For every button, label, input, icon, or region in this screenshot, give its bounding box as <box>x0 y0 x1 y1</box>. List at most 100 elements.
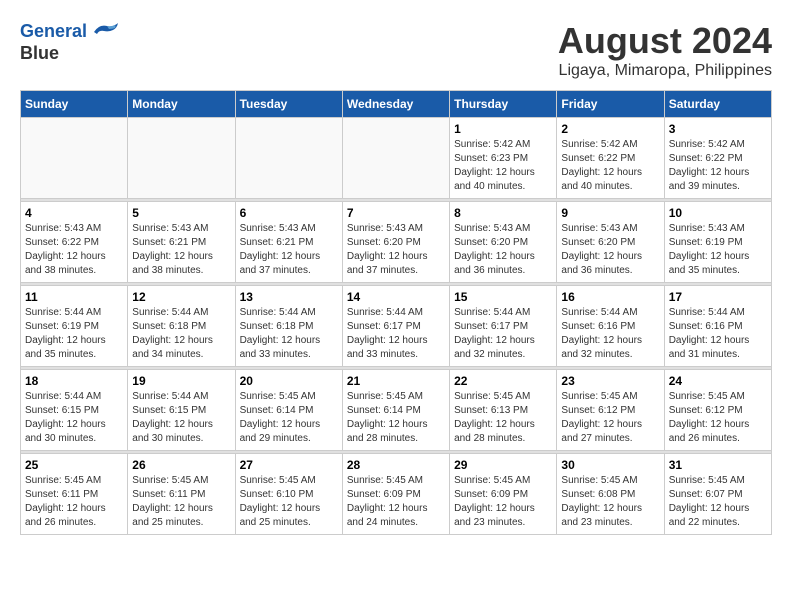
day-info: Sunrise: 5:45 AMSunset: 6:14 PMDaylight:… <box>347 390 445 446</box>
day-number: 29 <box>454 458 552 472</box>
calendar-week-5: 25 Sunrise: 5:45 AMSunset: 6:11 PMDayligh… <box>21 454 772 535</box>
day-number: 5 <box>132 206 230 220</box>
calendar-cell: 7 Sunrise: 5:43 AMSunset: 6:20 PMDaylight… <box>342 202 449 283</box>
header-thursday: Thursday <box>450 91 557 118</box>
day-number: 24 <box>669 374 767 388</box>
day-number: 30 <box>561 458 659 472</box>
calendar-cell <box>235 118 342 199</box>
day-info: Sunrise: 5:44 AMSunset: 6:18 PMDaylight:… <box>240 306 338 362</box>
day-number: 26 <box>132 458 230 472</box>
calendar-cell <box>128 118 235 199</box>
calendar-cell: 26 Sunrise: 5:45 AMSunset: 6:11 PMDayligh… <box>128 454 235 535</box>
day-info: Sunrise: 5:43 AMSunset: 6:21 PMDaylight:… <box>240 222 338 278</box>
day-number: 21 <box>347 374 445 388</box>
day-number: 20 <box>240 374 338 388</box>
calendar-header-row: SundayMondayTuesdayWednesdayThursdayFrid… <box>21 91 772 118</box>
calendar-week-4: 18Sunrise: 5:44 AMSunset: 6:15 PMDayligh… <box>21 370 772 451</box>
calendar-table: SundayMondayTuesdayWednesdayThursdayFrid… <box>20 90 772 535</box>
calendar-cell: 28Sunrise: 5:45 AMSunset: 6:09 PMDayligh… <box>342 454 449 535</box>
day-number: 4 <box>25 206 123 220</box>
day-info: Sunrise: 5:44 AMSunset: 6:16 PMDaylight:… <box>561 306 659 362</box>
calendar-cell: 4 Sunrise: 5:43 AMSunset: 6:22 PMDaylight… <box>21 202 128 283</box>
day-info: Sunrise: 5:44 AMSunset: 6:17 PMDaylight:… <box>454 306 552 362</box>
calendar-cell: 15 Sunrise: 5:44 AMSunset: 6:17 PMDayligh… <box>450 286 557 367</box>
day-number: 15 <box>454 290 552 304</box>
title-block: August 2024 Ligaya, Mimaropa, Philippine… <box>558 20 772 80</box>
page-header: General Blue August 2024 Ligaya, Mimarop… <box>20 20 772 80</box>
day-info: Sunrise: 5:45 AMSunset: 6:10 PMDaylight:… <box>240 474 338 530</box>
calendar-cell: 21 Sunrise: 5:45 AMSunset: 6:14 PMDayligh… <box>342 370 449 451</box>
calendar-cell: 11 Sunrise: 5:44 AMSunset: 6:19 PMDayligh… <box>21 286 128 367</box>
day-info: Sunrise: 5:42 AMSunset: 6:22 PMDaylight:… <box>561 138 659 194</box>
calendar-cell: 5Sunrise: 5:43 AMSunset: 6:21 PMDaylight… <box>128 202 235 283</box>
calendar-cell: 22Sunrise: 5:45 AMSunset: 6:13 PMDayligh… <box>450 370 557 451</box>
day-number: 2 <box>561 122 659 136</box>
day-number: 19 <box>132 374 230 388</box>
header-sunday: Sunday <box>21 91 128 118</box>
day-number: 11 <box>25 290 123 304</box>
calendar-week-1: 1 Sunrise: 5:42 AMSunset: 6:23 PMDaylight… <box>21 118 772 199</box>
calendar-cell: 9 Sunrise: 5:43 AMSunset: 6:20 PMDaylight… <box>557 202 664 283</box>
header-monday: Monday <box>128 91 235 118</box>
calendar-cell: 18Sunrise: 5:44 AMSunset: 6:15 PMDayligh… <box>21 370 128 451</box>
day-info: Sunrise: 5:45 AMSunset: 6:07 PMDaylight:… <box>669 474 767 530</box>
calendar-cell: 30 Sunrise: 5:45 AMSunset: 6:08 PMDayligh… <box>557 454 664 535</box>
day-number: 9 <box>561 206 659 220</box>
day-number: 16 <box>561 290 659 304</box>
day-info: Sunrise: 5:43 AMSunset: 6:19 PMDaylight:… <box>669 222 767 278</box>
day-number: 31 <box>669 458 767 472</box>
day-number: 10 <box>669 206 767 220</box>
day-number: 25 <box>25 458 123 472</box>
calendar-cell: 19 Sunrise: 5:44 AMSunset: 6:15 PMDayligh… <box>128 370 235 451</box>
calendar-cell: 3Sunrise: 5:42 AMSunset: 6:22 PMDaylight… <box>664 118 771 199</box>
day-info: Sunrise: 5:44 AMSunset: 6:18 PMDaylight:… <box>132 306 230 362</box>
calendar-cell: 1 Sunrise: 5:42 AMSunset: 6:23 PMDaylight… <box>450 118 557 199</box>
day-info: Sunrise: 5:44 AMSunset: 6:16 PMDaylight:… <box>669 306 767 362</box>
header-friday: Friday <box>557 91 664 118</box>
main-title: August 2024 <box>558 20 772 62</box>
day-info: Sunrise: 5:45 AMSunset: 6:12 PMDaylight:… <box>669 390 767 446</box>
day-number: 1 <box>454 122 552 136</box>
calendar-cell: 24 Sunrise: 5:45 AMSunset: 6:12 PMDayligh… <box>664 370 771 451</box>
logo: General Blue <box>20 20 119 64</box>
calendar-cell: 6 Sunrise: 5:43 AMSunset: 6:21 PMDaylight… <box>235 202 342 283</box>
day-number: 8 <box>454 206 552 220</box>
logo-text: General Blue <box>20 20 119 64</box>
calendar-cell: 16 Sunrise: 5:44 AMSunset: 6:16 PMDayligh… <box>557 286 664 367</box>
calendar-cell: 31 Sunrise: 5:45 AMSunset: 6:07 PMDayligh… <box>664 454 771 535</box>
calendar-cell: 14Sunrise: 5:44 AMSunset: 6:17 PMDayligh… <box>342 286 449 367</box>
calendar-cell: 27 Sunrise: 5:45 AMSunset: 6:10 PMDayligh… <box>235 454 342 535</box>
day-number: 6 <box>240 206 338 220</box>
day-info: Sunrise: 5:43 AMSunset: 6:20 PMDaylight:… <box>347 222 445 278</box>
subtitle: Ligaya, Mimaropa, Philippines <box>558 62 772 80</box>
day-number: 27 <box>240 458 338 472</box>
calendar-cell: 8Sunrise: 5:43 AMSunset: 6:20 PMDaylight… <box>450 202 557 283</box>
day-number: 13 <box>240 290 338 304</box>
day-number: 12 <box>132 290 230 304</box>
day-number: 7 <box>347 206 445 220</box>
day-number: 28 <box>347 458 445 472</box>
calendar-week-2: 4 Sunrise: 5:43 AMSunset: 6:22 PMDaylight… <box>21 202 772 283</box>
day-info: Sunrise: 5:45 AMSunset: 6:08 PMDaylight:… <box>561 474 659 530</box>
calendar-cell <box>21 118 128 199</box>
day-info: Sunrise: 5:43 AMSunset: 6:20 PMDaylight:… <box>561 222 659 278</box>
day-info: Sunrise: 5:42 AMSunset: 6:23 PMDaylight:… <box>454 138 552 194</box>
calendar-cell: 2 Sunrise: 5:42 AMSunset: 6:22 PMDaylight… <box>557 118 664 199</box>
day-number: 23 <box>561 374 659 388</box>
day-info: Sunrise: 5:45 AMSunset: 6:14 PMDaylight:… <box>240 390 338 446</box>
header-tuesday: Tuesday <box>235 91 342 118</box>
day-info: Sunrise: 5:45 AMSunset: 6:11 PMDaylight:… <box>132 474 230 530</box>
day-number: 3 <box>669 122 767 136</box>
header-wednesday: Wednesday <box>342 91 449 118</box>
calendar-cell: 10 Sunrise: 5:43 AMSunset: 6:19 PMDayligh… <box>664 202 771 283</box>
calendar-cell: 29 Sunrise: 5:45 AMSunset: 6:09 PMDayligh… <box>450 454 557 535</box>
calendar-cell: 23Sunrise: 5:45 AMSunset: 6:12 PMDayligh… <box>557 370 664 451</box>
day-info: Sunrise: 5:43 AMSunset: 6:22 PMDaylight:… <box>25 222 123 278</box>
header-saturday: Saturday <box>664 91 771 118</box>
day-info: Sunrise: 5:44 AMSunset: 6:15 PMDaylight:… <box>132 390 230 446</box>
day-info: Sunrise: 5:45 AMSunset: 6:09 PMDaylight:… <box>454 474 552 530</box>
day-info: Sunrise: 5:44 AMSunset: 6:15 PMDaylight:… <box>25 390 123 446</box>
day-info: Sunrise: 5:44 AMSunset: 6:17 PMDaylight:… <box>347 306 445 362</box>
day-info: Sunrise: 5:44 AMSunset: 6:19 PMDaylight:… <box>25 306 123 362</box>
calendar-cell: 17Sunrise: 5:44 AMSunset: 6:16 PMDayligh… <box>664 286 771 367</box>
